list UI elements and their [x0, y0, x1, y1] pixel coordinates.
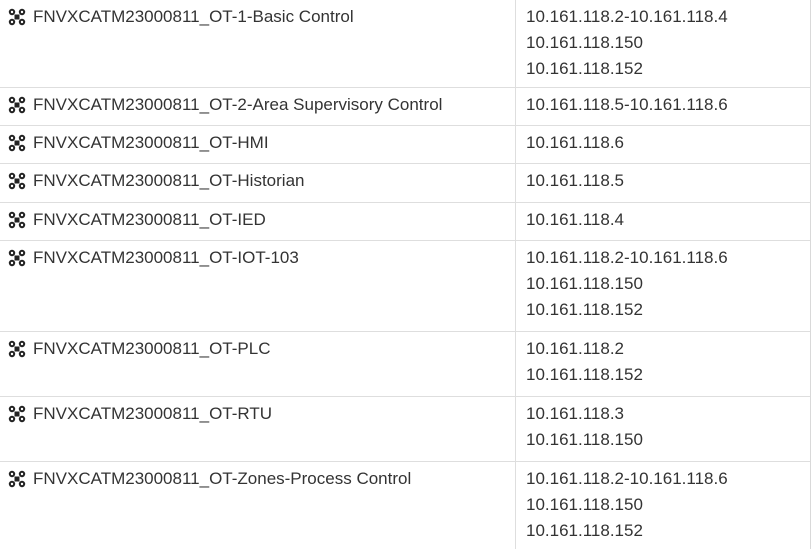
- address-value: 10.161.118.2-10.161.118.6: [526, 469, 728, 488]
- name-cell: FNVXCATM23000811_OT-IOT-103: [0, 241, 516, 331]
- table-row[interactable]: FNVXCATM23000811_OT-PLC 10.161.118.2 10.…: [0, 332, 810, 397]
- address-group-icon: [8, 340, 26, 358]
- group-name[interactable]: FNVXCATM23000811_OT-IED: [33, 209, 266, 231]
- address-value: 10.161.118.6: [526, 133, 624, 152]
- group-name[interactable]: FNVXCATM23000811_OT-Zones-Process Contro…: [33, 468, 411, 490]
- name-cell: FNVXCATM23000811_OT-2-Area Supervisory C…: [0, 88, 516, 125]
- address-cell: 10.161.118.2-10.161.118.4 10.161.118.150…: [516, 0, 810, 87]
- table-row[interactable]: FNVXCATM23000811_OT-IOT-103 10.161.118.2…: [0, 241, 810, 332]
- name-cell: FNVXCATM23000811_OT-Historian: [0, 164, 516, 202]
- name-cell: FNVXCATM23000811_OT-HMI: [0, 126, 516, 163]
- address-value: 10.161.118.150: [526, 430, 643, 449]
- group-name[interactable]: FNVXCATM23000811_OT-1-Basic Control: [33, 6, 354, 28]
- address-value: 10.161.118.2-10.161.118.4: [526, 7, 728, 26]
- address-group-icon: [8, 470, 26, 488]
- name-cell: FNVXCATM23000811_OT-Zones-Process Contro…: [0, 462, 516, 549]
- address-group-icon: [8, 96, 26, 114]
- address-value: 10.161.118.150: [526, 495, 643, 514]
- address-value: 10.161.118.4: [526, 210, 624, 229]
- table-row[interactable]: FNVXCATM23000811_OT-HMI 10.161.118.6: [0, 126, 810, 164]
- address-value: 10.161.118.152: [526, 521, 643, 540]
- table-row[interactable]: FNVXCATM23000811_OT-RTU 10.161.118.3 10.…: [0, 397, 810, 462]
- address-group-icon: [8, 211, 26, 229]
- table-row[interactable]: FNVXCATM23000811_OT-IED 10.161.118.4: [0, 203, 810, 241]
- group-name[interactable]: FNVXCATM23000811_OT-RTU: [33, 403, 272, 425]
- address-cell: 10.161.118.4: [516, 203, 810, 240]
- address-cell: 10.161.118.5: [516, 164, 810, 202]
- address-group-icon: [8, 8, 26, 26]
- address-value: 10.161.118.5-10.161.118.6: [526, 95, 728, 114]
- address-group-icon: [8, 405, 26, 423]
- group-name[interactable]: FNVXCATM23000811_OT-HMI: [33, 132, 269, 154]
- address-value: 10.161.118.3: [526, 404, 624, 423]
- name-cell: FNVXCATM23000811_OT-1-Basic Control: [0, 0, 516, 87]
- address-group-icon: [8, 172, 26, 190]
- table-row[interactable]: FNVXCATM23000811_OT-1-Basic Control 10.1…: [0, 0, 810, 88]
- address-value: 10.161.118.150: [526, 274, 643, 293]
- address-group-icon: [8, 249, 26, 267]
- group-name[interactable]: FNVXCATM23000811_OT-Historian: [33, 170, 304, 192]
- address-cell: 10.161.118.5-10.161.118.6: [516, 88, 810, 125]
- address-value: 10.161.118.5: [526, 171, 624, 190]
- name-cell: FNVXCATM23000811_OT-RTU: [0, 397, 516, 461]
- name-cell: FNVXCATM23000811_OT-PLC: [0, 332, 516, 396]
- address-cell: 10.161.118.2-10.161.118.6 10.161.118.150…: [516, 462, 810, 549]
- address-cell: 10.161.118.6: [516, 126, 810, 163]
- address-value: 10.161.118.150: [526, 33, 643, 52]
- address-group-table: FNVXCATM23000811_OT-1-Basic Control 10.1…: [0, 0, 811, 549]
- table-row[interactable]: FNVXCATM23000811_OT-Historian 10.161.118…: [0, 164, 810, 203]
- address-value: 10.161.118.2: [526, 339, 624, 358]
- address-value: 10.161.118.152: [526, 365, 643, 384]
- group-name[interactable]: FNVXCATM23000811_OT-PLC: [33, 338, 270, 360]
- name-cell: FNVXCATM23000811_OT-IED: [0, 203, 516, 240]
- address-value: 10.161.118.152: [526, 300, 643, 319]
- address-cell: 10.161.118.2 10.161.118.152: [516, 332, 810, 396]
- table-row[interactable]: FNVXCATM23000811_OT-Zones-Process Contro…: [0, 462, 810, 549]
- table-row[interactable]: FNVXCATM23000811_OT-2-Area Supervisory C…: [0, 88, 810, 126]
- address-group-icon: [8, 134, 26, 152]
- address-cell: 10.161.118.3 10.161.118.150: [516, 397, 810, 461]
- address-value: 10.161.118.152: [526, 59, 643, 78]
- address-value: 10.161.118.2-10.161.118.6: [526, 248, 728, 267]
- group-name[interactable]: FNVXCATM23000811_OT-2-Area Supervisory C…: [33, 94, 442, 116]
- address-cell: 10.161.118.2-10.161.118.6 10.161.118.150…: [516, 241, 810, 331]
- group-name[interactable]: FNVXCATM23000811_OT-IOT-103: [33, 247, 299, 269]
